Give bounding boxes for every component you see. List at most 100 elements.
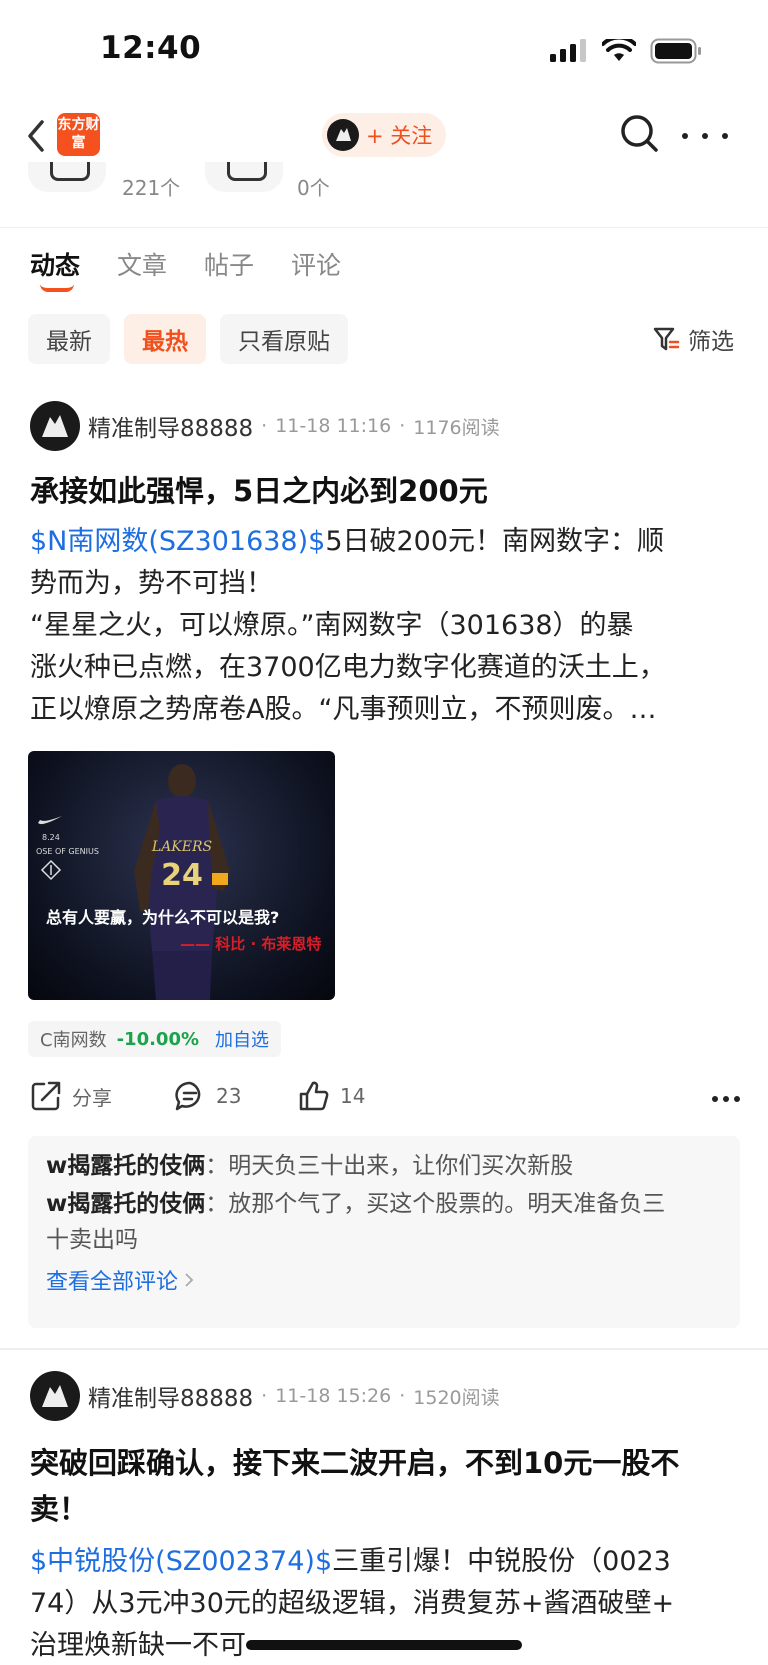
body-text: 三重引爆！中锐股份（0023 [332,1546,671,1577]
filter-label: 筛选 [688,329,734,355]
tab-label: 帖子 [204,251,255,280]
author-name[interactable]: 精准制导88888 [88,409,253,443]
post-time: 11-18 15:26 [275,1385,392,1407]
basketball-player-figure: LAKERS 24 [134,764,230,1000]
follow-button[interactable]: + 关注 [322,113,446,157]
image-signature: —— 科比 · 布莱恩特 [180,935,322,953]
comment-item: w揭露托的伎俩：明天负三十出来，让你们买次新股 [46,1148,722,1184]
commenter-name[interactable]: w揭露托的伎俩 [46,1191,205,1217]
meta-separator: · [399,1385,406,1407]
stock-link[interactable]: $中锐股份(SZ002374)$ [30,1546,332,1577]
meta-separator: · [261,1385,268,1407]
post-more-icon[interactable] [712,1096,740,1102]
avatar[interactable] [30,401,80,451]
share-label: 分享 [72,1085,112,1110]
post-title[interactable]: 突破回踩确认，接下来二波开启，不到10元一股不 卖！ [30,1440,740,1532]
tab-comments[interactable]: 评论 [291,246,341,286]
profile-stats-strip: 221个 0个 [0,162,768,228]
back-icon[interactable] [22,116,52,156]
follow-label: + 关注 [366,124,433,148]
brand-logo: 东方财富 [57,113,100,156]
tab-posts[interactable]: 帖子 [204,246,254,286]
like-count: 14 [340,1084,366,1108]
home-indicator[interactable] [246,1640,522,1650]
post-image[interactable]: LAKERS 24 8.24 OSE OF GENIUS 总有人要赢，为什么不可… [28,751,335,1000]
comment-item: w揭露托的伎俩：放那个气了，买这个股票的。明天准备负三 十卖出吗 [46,1186,722,1258]
post-author-row[interactable]: 精准制导88888 · 11-18 11:16 · 1176阅读 [30,401,500,451]
jersey-number: 24 [161,858,203,893]
comment-text: 十卖出吗 [46,1227,138,1253]
body-text: 5日破200元！南网数字：顺 [325,526,665,557]
read-count: 1520阅读 [413,1386,500,1409]
share-button[interactable]: 分享 [30,1080,112,1112]
tab-active-indicator [40,284,74,292]
stock-tag[interactable]: C南网数 -10.00% 加自选 [28,1021,282,1057]
comment-button[interactable]: 23 [174,1080,241,1112]
comment-colon: ： [205,1191,229,1217]
body-text: 势而为，势不可挡！ [30,568,273,599]
stat-count: 0个 [297,176,330,200]
comment-colon: ： [205,1153,229,1179]
tab-dynamics[interactable]: 动态 [30,246,81,292]
tab-label: 评论 [291,251,342,280]
stat-count: 221个 [122,176,181,200]
comment-count: 23 [216,1084,242,1108]
post-title[interactable]: 承接如此强悍，5日之内必到200元 [30,468,740,514]
mamba-logo-icon [40,859,62,881]
post-author-row[interactable]: 精准制导88888 · 11-18 15:26 · 1520阅读 [30,1371,500,1421]
comment-preview[interactable]: w揭露托的伎俩：明天负三十出来，让你们买次新股 w揭露托的伎俩：放那个气了，买这… [28,1136,740,1328]
body-text: “星星之火，可以燎原。”南网数字（301638）的暴 [30,610,634,641]
more-menu-icon[interactable] [682,116,728,156]
stock-tag-change: -10.00% [116,1028,200,1050]
share-icon [31,1081,61,1111]
body-text: 涨火种已点燃，在3700亿电力数字化赛道的沃土上， [30,652,666,683]
top-navigation: 东方财富 + 关注 [0,108,768,162]
chip-hottest[interactable]: 最热 [124,314,206,364]
read-count: 1176阅读 [413,416,500,439]
post-title-line: 卖！ [30,1492,89,1526]
post-actions: 分享 23 14 [30,1080,740,1120]
comment-icon [175,1081,201,1111]
chip-original-only[interactable]: 只看原贴 [220,314,348,364]
view-all-comments-link[interactable]: 查看全部评论 [46,1264,722,1296]
sort-filters: 最新 最热 只看原贴 [28,314,348,364]
search-icon[interactable] [618,112,662,156]
commenter-name[interactable]: w揭露托的伎俩 [46,1153,205,1179]
image-side-text: 8.24 [42,833,60,842]
image-side-brand: OSE OF GENIUS [36,847,99,856]
tab-articles[interactable]: 文章 [117,246,167,286]
body-text: 正以燎原之势席卷A股。“凡事预则立，不预则废。… [30,694,657,725]
stat-icon[interactable] [28,162,106,192]
post-divider [0,1348,768,1350]
filter-icon [653,327,680,351]
thumbs-up-icon [299,1081,329,1111]
author-name[interactable]: 精准制导88888 [88,1379,253,1413]
view-all-label: 查看全部评论 [46,1270,179,1295]
content-tabs: 动态 文章 帖子 评论 [30,246,341,296]
stat-icon[interactable] [205,162,283,192]
meta-separator: · [261,415,268,437]
like-button[interactable]: 14 [298,1080,365,1112]
avatar-glyph-icon [42,1385,68,1407]
avatar[interactable] [30,1371,80,1421]
filter-button[interactable]: 筛选 [652,322,734,356]
stock-tag-name: C南网数 [40,1030,107,1051]
jersey-team: LAKERS [151,839,212,855]
stock-link[interactable]: $N南网数(SZ301638)$ [30,526,325,557]
image-quote: 总有人要赢，为什么不可以是我? [46,908,280,927]
chevron-right-icon [185,1273,194,1287]
avatar-glyph-icon [42,415,68,437]
tab-label: 文章 [117,251,168,280]
post-time: 11-18 11:16 [275,415,392,437]
cellular-signal-icon [550,39,586,62]
profile-avatar-small [327,119,359,151]
post-title-line: 突破回踩确认，接下来二波开启，不到10元一股不 [30,1446,680,1480]
chip-latest[interactable]: 最新 [28,314,110,364]
comment-text: 放那个气了，买这个股票的。明天准备负三 [228,1191,666,1217]
add-watchlist-button[interactable]: 加自选 [215,1026,269,1052]
post-body[interactable]: $N南网数(SZ301638)$5日破200元！南网数字：顺 势而为，势不可挡！… [30,521,744,731]
tab-label: 动态 [30,251,81,280]
comment-text: 明天负三十出来，让你们买次新股 [228,1153,574,1179]
battery-icon [650,38,701,64]
meta-separator: · [399,415,406,437]
